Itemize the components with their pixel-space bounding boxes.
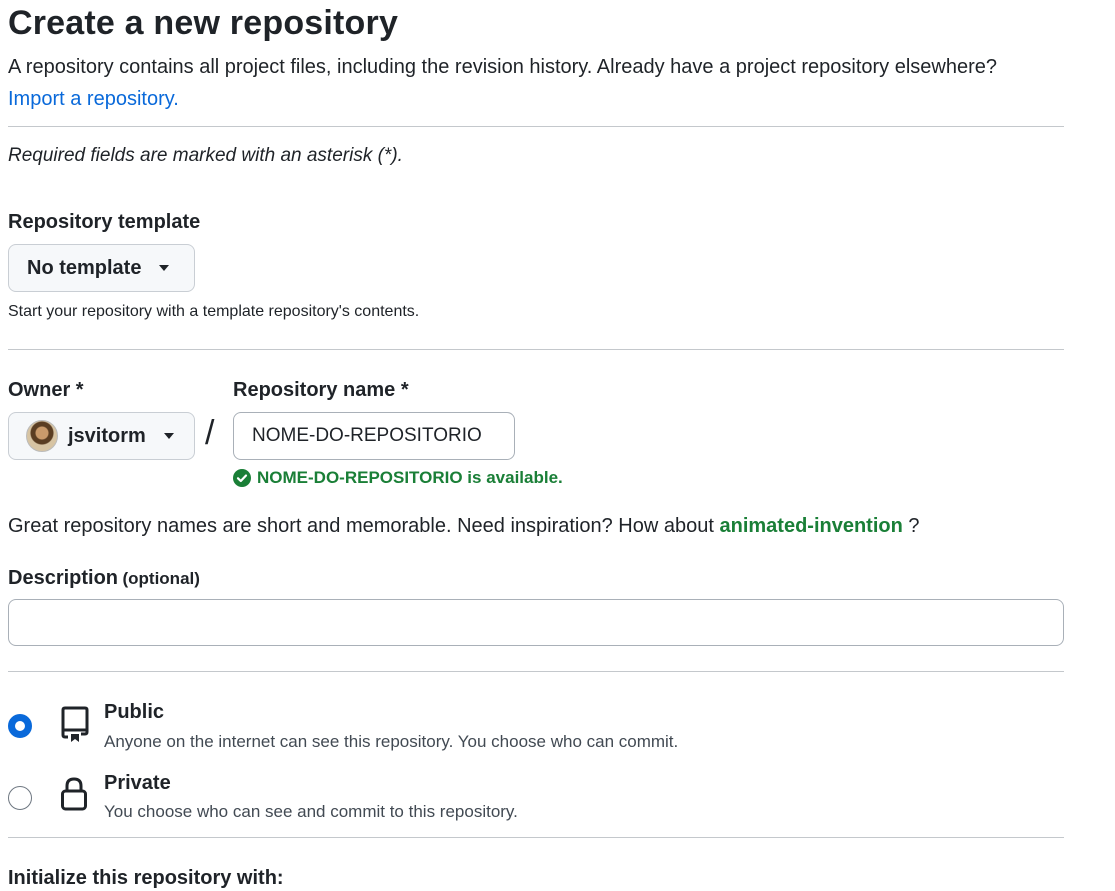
avatar bbox=[26, 420, 58, 452]
import-repository-link[interactable]: Import a repository. bbox=[8, 88, 179, 111]
template-select-button[interactable]: No template bbox=[8, 244, 195, 292]
private-description: You choose who can see and commit to thi… bbox=[104, 802, 518, 821]
divider bbox=[8, 126, 1064, 127]
check-circle-icon bbox=[233, 469, 251, 487]
public-radio[interactable] bbox=[8, 714, 32, 738]
private-radio[interactable] bbox=[8, 786, 32, 810]
divider bbox=[8, 837, 1064, 838]
template-help-text: Start your repository with a template re… bbox=[8, 303, 420, 320]
public-description: Anyone on the internet can see this repo… bbox=[104, 732, 679, 751]
private-title: Private bbox=[104, 772, 171, 794]
owner-label: Owner * bbox=[8, 379, 84, 401]
availability-text: NOME-DO-REPOSITORIO is available. bbox=[257, 468, 563, 487]
page-description: A repository contains all project files,… bbox=[8, 56, 998, 78]
description-label: Description (optional) bbox=[8, 567, 200, 590]
optional-hint: (optional) bbox=[122, 569, 200, 588]
description-label-text: Description bbox=[8, 567, 119, 589]
chevron-down-icon bbox=[163, 433, 174, 439]
chevron-down-icon bbox=[159, 265, 170, 271]
template-selected-label: No template bbox=[27, 256, 142, 279]
public-title: Public bbox=[104, 701, 165, 723]
repository-name-input[interactable] bbox=[233, 412, 515, 460]
suggestion-prefix: Great repository names are short and mem… bbox=[8, 515, 714, 537]
repo-icon bbox=[58, 706, 90, 744]
divider bbox=[8, 349, 1064, 350]
suggested-name-link[interactable]: animated-invention bbox=[719, 515, 902, 537]
owner-select-button[interactable]: jsvitorm bbox=[8, 412, 195, 460]
page-title: Create a new repository bbox=[8, 4, 399, 42]
required-fields-note: Required fields are marked with an aster… bbox=[8, 145, 403, 166]
suggestion-suffix: ? bbox=[908, 515, 920, 537]
owner-repo-separator: / bbox=[205, 414, 215, 452]
availability-message: NOME-DO-REPOSITORIO is available. bbox=[233, 468, 563, 488]
initialize-label: Initialize this repository with: bbox=[8, 867, 284, 889]
name-suggestion: Great repository names are short and mem… bbox=[8, 515, 920, 538]
owner-name: jsvitorm bbox=[68, 424, 146, 447]
divider bbox=[8, 671, 1064, 672]
template-label: Repository template bbox=[8, 211, 201, 233]
description-input[interactable] bbox=[8, 599, 1064, 646]
repository-name-label: Repository name * bbox=[233, 379, 409, 401]
lock-icon bbox=[60, 776, 88, 812]
